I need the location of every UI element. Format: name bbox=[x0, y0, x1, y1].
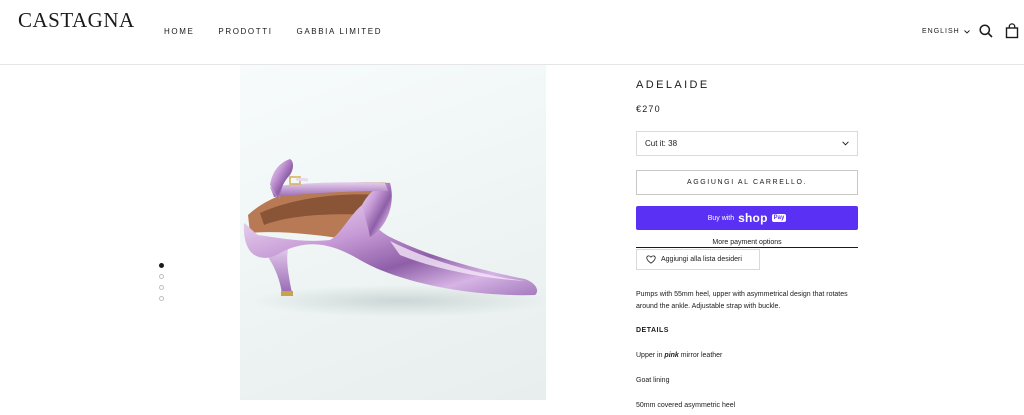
size-select[interactable]: Cut it: 38 bbox=[636, 131, 858, 156]
gallery-dot[interactable] bbox=[159, 285, 164, 290]
detail-item: Upper in pink mirror leather bbox=[636, 352, 722, 359]
search-icon[interactable] bbox=[978, 23, 994, 39]
product-image[interactable] bbox=[240, 65, 546, 400]
site-header: CASTAGNA HOME PRODOTTI GABBIA LIMITED EN… bbox=[0, 0, 1024, 65]
size-select-value: Cut it: 38 bbox=[645, 139, 678, 148]
gallery-dot[interactable] bbox=[159, 263, 164, 268]
bag-icon[interactable] bbox=[1004, 23, 1020, 39]
nav-prodotti[interactable]: PRODOTTI bbox=[218, 27, 272, 36]
details-heading: DETAILS bbox=[636, 327, 669, 334]
nav-gabbia-limited[interactable]: GABBIA LIMITED bbox=[297, 27, 383, 36]
shop-pay-button[interactable]: Buy with shop Pay bbox=[636, 206, 858, 230]
language-selector[interactable]: ENGLISH bbox=[922, 28, 970, 35]
detail-upper-suffix: mirror leather bbox=[680, 352, 723, 359]
product-description: Pumps with 55mm heel, upper with asymmet… bbox=[636, 291, 848, 310]
shop-pay-buy-with: Buy with bbox=[707, 214, 735, 222]
product-price: €270 bbox=[636, 104, 661, 114]
more-payment-options-link[interactable]: More payment options bbox=[636, 239, 858, 248]
main-nav: HOME PRODOTTI GABBIA LIMITED bbox=[164, 27, 382, 36]
detail-upper-prefix: Upper in bbox=[636, 352, 663, 359]
shop-pay-brand: shop bbox=[738, 211, 768, 225]
detail-upper-color: pink bbox=[664, 352, 679, 359]
shop-pay-pay: Pay bbox=[771, 214, 787, 222]
gallery-dot[interactable] bbox=[159, 296, 164, 301]
product-info: ADELAIDE €270 bbox=[636, 78, 858, 114]
chevron-down-icon bbox=[842, 141, 849, 146]
detail-item: Goat lining bbox=[636, 377, 670, 384]
language-label: ENGLISH bbox=[922, 28, 960, 35]
shoe-illustration bbox=[243, 159, 546, 317]
detail-item: 50mm covered asymmetric heel bbox=[636, 402, 736, 409]
heart-icon bbox=[646, 255, 656, 264]
product-title: ADELAIDE bbox=[636, 79, 710, 91]
chevron-down-icon bbox=[963, 29, 970, 34]
gallery-dots bbox=[159, 263, 167, 307]
wishlist-label: Aggiungi alla lista desideri bbox=[661, 256, 742, 263]
add-to-wishlist-button[interactable]: Aggiungi alla lista desideri bbox=[636, 249, 760, 270]
add-to-cart-button[interactable]: AGGIUNGI AL CARRELLO. bbox=[636, 170, 858, 195]
logo[interactable]: CASTAGNA bbox=[18, 8, 135, 33]
gallery-dot[interactable] bbox=[159, 274, 164, 279]
nav-home[interactable]: HOME bbox=[164, 27, 194, 36]
